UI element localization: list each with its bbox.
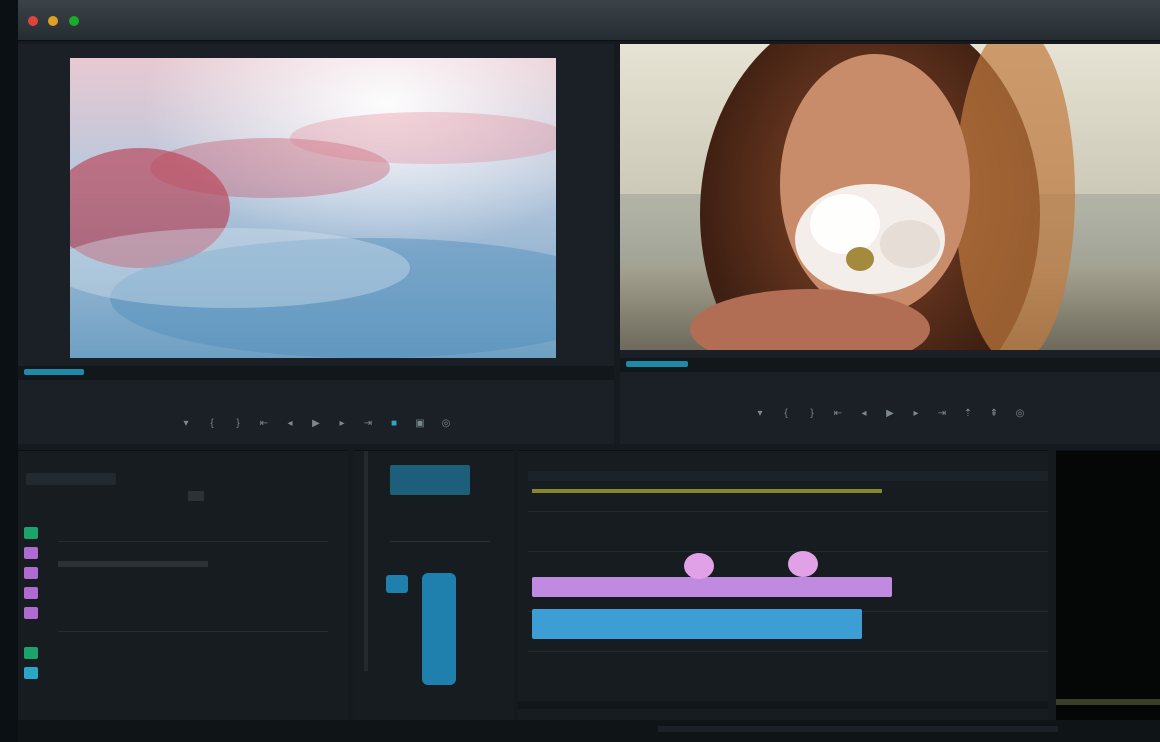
- sequence-color-label: [24, 667, 38, 679]
- divider: [390, 541, 490, 542]
- panel-scrollbar[interactable]: [364, 451, 368, 671]
- audio-clip[interactable]: [532, 609, 862, 639]
- work-area-bar[interactable]: [532, 489, 882, 493]
- meter-scale: [1056, 699, 1160, 705]
- go-to-out-icon[interactable]: ⇥: [934, 406, 950, 422]
- zoom-scrollbar[interactable]: [658, 726, 1058, 732]
- zoom-window-button[interactable]: [68, 16, 79, 26]
- step-back-icon[interactable]: ◂: [856, 406, 872, 422]
- step-back-icon[interactable]: ◂: [282, 416, 298, 432]
- extract-icon[interactable]: ⇞: [986, 406, 1002, 422]
- lift-icon[interactable]: ⇡: [960, 406, 976, 422]
- program-playhead-region: [626, 361, 688, 367]
- go-to-in-icon[interactable]: ⇤: [256, 416, 272, 432]
- export-frame-icon[interactable]: ◎: [1012, 406, 1028, 422]
- row-placeholder: [58, 561, 208, 567]
- video-clip[interactable]: [532, 577, 892, 597]
- export-frame-icon[interactable]: ◎: [438, 416, 454, 432]
- project-view-toggle[interactable]: [188, 491, 204, 501]
- title-bar: [18, 0, 1160, 41]
- time-ruler[interactable]: [528, 471, 1048, 481]
- add-marker-icon[interactable]: ▾: [752, 406, 768, 422]
- play-icon[interactable]: ▶: [882, 406, 898, 422]
- clip-color-label: [24, 547, 38, 559]
- source-monitor: ▾ { } ⇤ ◂ ▶ ▸ ⇥ ■ ▣ ◎: [18, 44, 614, 444]
- project-panel: [18, 450, 348, 721]
- step-forward-icon[interactable]: ▸: [334, 416, 350, 432]
- audio-meters-panel: [1056, 450, 1160, 721]
- source-playhead-region: [24, 369, 84, 375]
- track-divider: [528, 511, 1048, 512]
- mark-out-icon[interactable]: }: [230, 416, 246, 432]
- go-to-in-icon[interactable]: ⇤: [830, 406, 846, 422]
- source-scrub-bar[interactable]: [18, 366, 614, 380]
- status-bar: [18, 720, 1160, 742]
- tab-tools[interactable]: [390, 465, 470, 495]
- track-divider: [528, 551, 1048, 552]
- mark-in-icon[interactable]: {: [204, 416, 220, 432]
- source-transport-controls: ▾ { } ⇤ ◂ ▶ ▸ ⇥ ■ ▣ ◎: [18, 412, 614, 436]
- row-divider: [58, 631, 328, 632]
- insert-icon[interactable]: ■: [386, 416, 402, 432]
- mark-out-icon[interactable]: }: [804, 406, 820, 422]
- program-monitor: ▾ { } ⇤ ◂ ▶ ▸ ⇥ ⇡ ⇞ ◎: [620, 44, 1160, 444]
- play-icon[interactable]: ▶: [308, 416, 324, 432]
- overwrite-icon[interactable]: ▣: [412, 416, 428, 432]
- timeline-panel: [518, 450, 1048, 721]
- editor-window: ▾ { } ⇤ ◂ ▶ ▸ ⇥ ■ ▣ ◎ ▾ {} ⇤ ◂ ▶ ▸ ⇥ ⇡ …: [18, 0, 1160, 742]
- program-viewer[interactable]: [620, 44, 1160, 350]
- add-marker-icon[interactable]: ▾: [178, 416, 194, 432]
- track-divider: [528, 651, 1048, 652]
- audio-level-meter: [422, 573, 456, 685]
- clip-color-label: [24, 587, 38, 599]
- program-scrub-bar[interactable]: [620, 358, 1160, 372]
- clip-color-label: [24, 567, 38, 579]
- close-window-button[interactable]: [28, 16, 38, 26]
- source-viewer[interactable]: [70, 58, 556, 358]
- bin-color-label: [24, 647, 38, 659]
- clip-color-label: [24, 607, 38, 619]
- go-to-out-icon[interactable]: ⇥: [360, 416, 376, 432]
- selection-tool-icon[interactable]: [386, 575, 408, 593]
- program-transport-controls: ▾ { } ⇤ ◂ ▶ ▸ ⇥ ⇡ ⇞ ◎: [620, 402, 1160, 426]
- mark-in-icon[interactable]: {: [778, 406, 794, 422]
- transition-marker[interactable]: [788, 551, 818, 577]
- transition-marker[interactable]: [684, 553, 714, 579]
- project-search-input[interactable]: [26, 473, 116, 485]
- tools-panel: [354, 450, 514, 721]
- bin-color-label: [24, 527, 38, 539]
- minimize-window-button[interactable]: [48, 16, 59, 26]
- step-forward-icon[interactable]: ▸: [908, 406, 924, 422]
- row-divider: [58, 541, 328, 542]
- source-frame-image: [70, 58, 556, 358]
- program-frame-image: [620, 44, 1160, 350]
- timeline-scrollbar[interactable]: [518, 701, 1048, 709]
